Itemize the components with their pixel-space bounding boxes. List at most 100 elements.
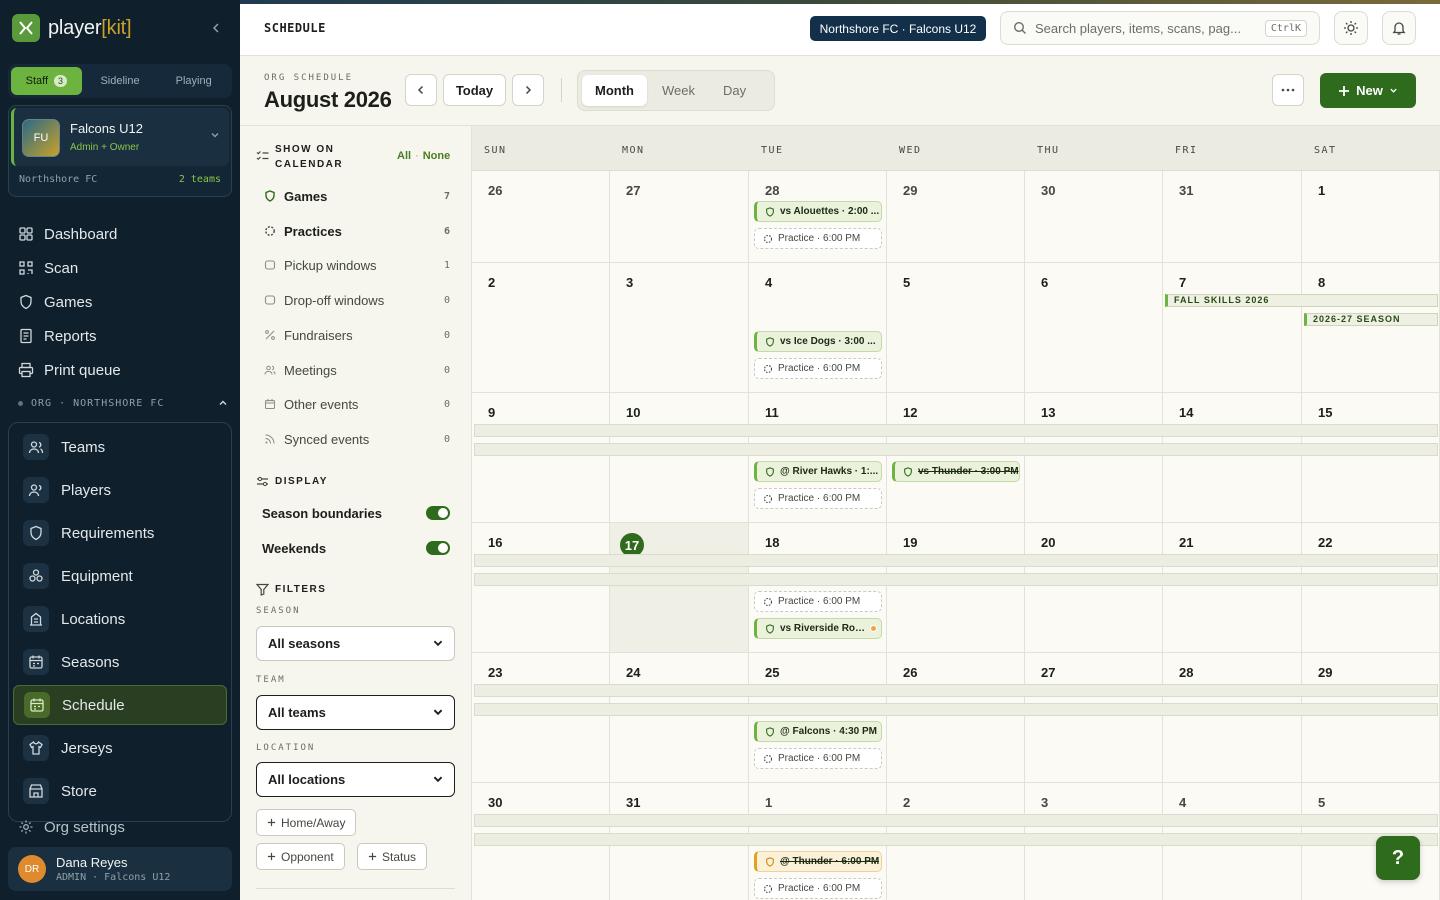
category-drop-off-windows[interactable]: Drop-off windows 0 <box>264 290 450 310</box>
brand-logo[interactable]: player[kit] <box>12 14 132 42</box>
event-game[interactable]: vs Ice Dogs · 3:00 ... <box>754 331 882 352</box>
day-cell[interactable]: 2 <box>472 263 610 393</box>
org-nav-equipment[interactable]: Equipment <box>13 556 227 596</box>
event-practice[interactable]: Practice · 6:00 PM <box>754 591 882 612</box>
event-game[interactable]: vs Riverside Rov... <box>754 618 882 639</box>
season-band[interactable] <box>474 814 1438 827</box>
day-cell[interactable]: 10 <box>610 393 749 523</box>
day-cell[interactable]: 7 <box>1163 263 1302 393</box>
season-band-fall-skills[interactable]: FALL SKILLS 2026 <box>1165 294 1438 307</box>
event-practice[interactable]: Practice · 6:00 PM <box>754 488 882 509</box>
event-practice[interactable]: Practice · 6:00 PM <box>754 358 882 379</box>
event-game-cancelled[interactable]: vs Thunder · 3:00 PM <box>892 461 1020 482</box>
select-none-link[interactable]: None <box>423 150 451 162</box>
season-band[interactable] <box>474 573 1438 586</box>
day-cell[interactable]: 1 <box>1302 171 1440 263</box>
day-cell[interactable]: 20 <box>1025 523 1163 653</box>
day-cell[interactable]: 9 <box>472 393 610 523</box>
org-nav-locations[interactable]: Locations <box>13 599 227 639</box>
nav-scan[interactable]: Scan <box>8 253 232 283</box>
season-band[interactable] <box>474 703 1438 716</box>
select-all-link[interactable]: All <box>397 150 411 162</box>
user-card[interactable]: DR Dana Reyes ADMIN · Falcons U12 <box>8 847 232 891</box>
day-cell[interactable]: 19 <box>887 523 1025 653</box>
day-cell[interactable]: 22 <box>1302 523 1440 653</box>
org-settings-link[interactable]: Org settings <box>8 812 232 842</box>
category-practices[interactable]: Practices 6 <box>264 221 450 241</box>
day-cell-today[interactable]: 17 <box>610 523 749 653</box>
weekends-switch[interactable] <box>426 541 450 555</box>
day-cell[interactable]: 26 <box>887 653 1025 783</box>
nav-games[interactable]: Games <box>8 287 232 317</box>
team-switcher[interactable]: FU Falcons U12 Admin + Owner Northshore … <box>8 105 232 197</box>
event-game[interactable]: vs Alouettes · 2:00 ... <box>754 201 882 222</box>
event-practice[interactable]: Practice · 6:00 PM <box>754 748 882 769</box>
toggle-season-boundaries[interactable]: Season boundaries <box>262 503 450 523</box>
day-cell[interactable]: 12 <box>887 393 1025 523</box>
org-context-pill[interactable]: Northshore FC · Falcons U12 <box>810 16 986 41</box>
season-boundaries-switch[interactable] <box>426 506 450 520</box>
season-band[interactable] <box>474 684 1438 697</box>
location-select[interactable]: All locations <box>256 762 455 797</box>
day-cell[interactable]: 26 <box>472 171 610 263</box>
more-options-button[interactable] <box>1272 74 1304 106</box>
day-cell[interactable]: 13 <box>1025 393 1163 523</box>
view-day[interactable]: Day <box>710 75 759 106</box>
season-band[interactable] <box>474 554 1438 567</box>
day-cell[interactable]: 5 <box>887 263 1025 393</box>
season-select[interactable]: All seasons <box>256 626 455 661</box>
team-select[interactable]: All teams <box>256 695 455 730</box>
day-cell[interactable]: 28 <box>1163 653 1302 783</box>
team-switcher-current[interactable]: FU Falcons U12 Admin + Owner <box>11 108 229 166</box>
view-week[interactable]: Week <box>649 75 708 106</box>
category-meetings[interactable]: Meetings 0 <box>264 360 450 380</box>
search-input[interactable]: Search players, items, scans, pag... Ctr… <box>1000 11 1320 45</box>
chevron-up-icon[interactable] <box>218 398 228 408</box>
org-nav-requirements[interactable]: Requirements <box>13 513 227 553</box>
org-nav-players[interactable]: Players <box>13 470 227 510</box>
day-cell[interactable]: 21 <box>1163 523 1302 653</box>
today-button[interactable]: Today <box>443 74 506 106</box>
mode-tab-sideline[interactable]: Sideline <box>85 67 156 95</box>
mode-tab-staff[interactable]: Staff 3 <box>11 67 82 95</box>
event-game[interactable]: @ Falcons · 4:30 PM <box>754 721 882 742</box>
nav-print-queue[interactable]: Print queue <box>8 355 232 385</box>
opponent-filter-chip[interactable]: Opponent <box>256 843 345 870</box>
org-nav-schedule[interactable]: Schedule <box>13 685 227 725</box>
category-games[interactable]: Games 7 <box>264 186 450 206</box>
nav-reports[interactable]: Reports <box>8 321 232 351</box>
event-game[interactable]: @ River Hawks · 1:... <box>754 461 882 482</box>
day-cell[interactable]: 27 <box>1025 653 1163 783</box>
day-cell[interactable]: 31 <box>1163 171 1302 263</box>
org-section-header[interactable]: ORG · NORTHSHORE FC <box>18 396 228 410</box>
nav-dashboard[interactable]: Dashboard <box>8 219 232 249</box>
season-band[interactable] <box>474 833 1438 846</box>
event-game-away-cancelled[interactable]: @ Thunder · 6:00 PM <box>754 851 882 872</box>
prev-month-button[interactable] <box>405 74 437 106</box>
day-cell[interactable]: 30 <box>1025 171 1163 263</box>
season-band-2026-27[interactable]: 2026-27 SEASON <box>1304 313 1438 326</box>
category-pickup-windows[interactable]: Pickup windows 1 <box>264 255 450 275</box>
day-cell[interactable]: 14 <box>1163 393 1302 523</box>
new-event-button[interactable]: New <box>1320 73 1416 108</box>
event-practice[interactable]: Practice · 6:00 PM <box>754 228 882 249</box>
mode-tab-playing[interactable]: Playing <box>158 67 229 95</box>
day-cell[interactable]: 6 <box>1025 263 1163 393</box>
category-fundraisers[interactable]: Fundraisers 0 <box>264 325 450 345</box>
day-cell[interactable]: 16 <box>472 523 610 653</box>
season-band[interactable] <box>474 424 1438 437</box>
theme-toggle-button[interactable] <box>1334 11 1368 45</box>
notifications-button[interactable] <box>1382 11 1416 45</box>
category-synced-events[interactable]: Synced events 0 <box>264 429 450 449</box>
day-cell[interactable]: 27 <box>610 171 749 263</box>
chevron-down-icon[interactable] <box>210 130 220 140</box>
collapse-sidebar-icon[interactable] <box>206 18 226 38</box>
help-button[interactable]: ? <box>1376 836 1420 880</box>
day-cell[interactable]: 29 <box>887 171 1025 263</box>
day-cell[interactable]: 8 <box>1302 263 1440 393</box>
toggle-weekends[interactable]: Weekends <box>262 538 450 558</box>
status-filter-chip[interactable]: Status <box>357 843 428 870</box>
event-practice[interactable]: Practice · 6:00 PM <box>754 878 882 899</box>
org-nav-store[interactable]: Store <box>13 771 227 811</box>
home-away-filter-chip[interactable]: Home/Away <box>256 809 357 836</box>
